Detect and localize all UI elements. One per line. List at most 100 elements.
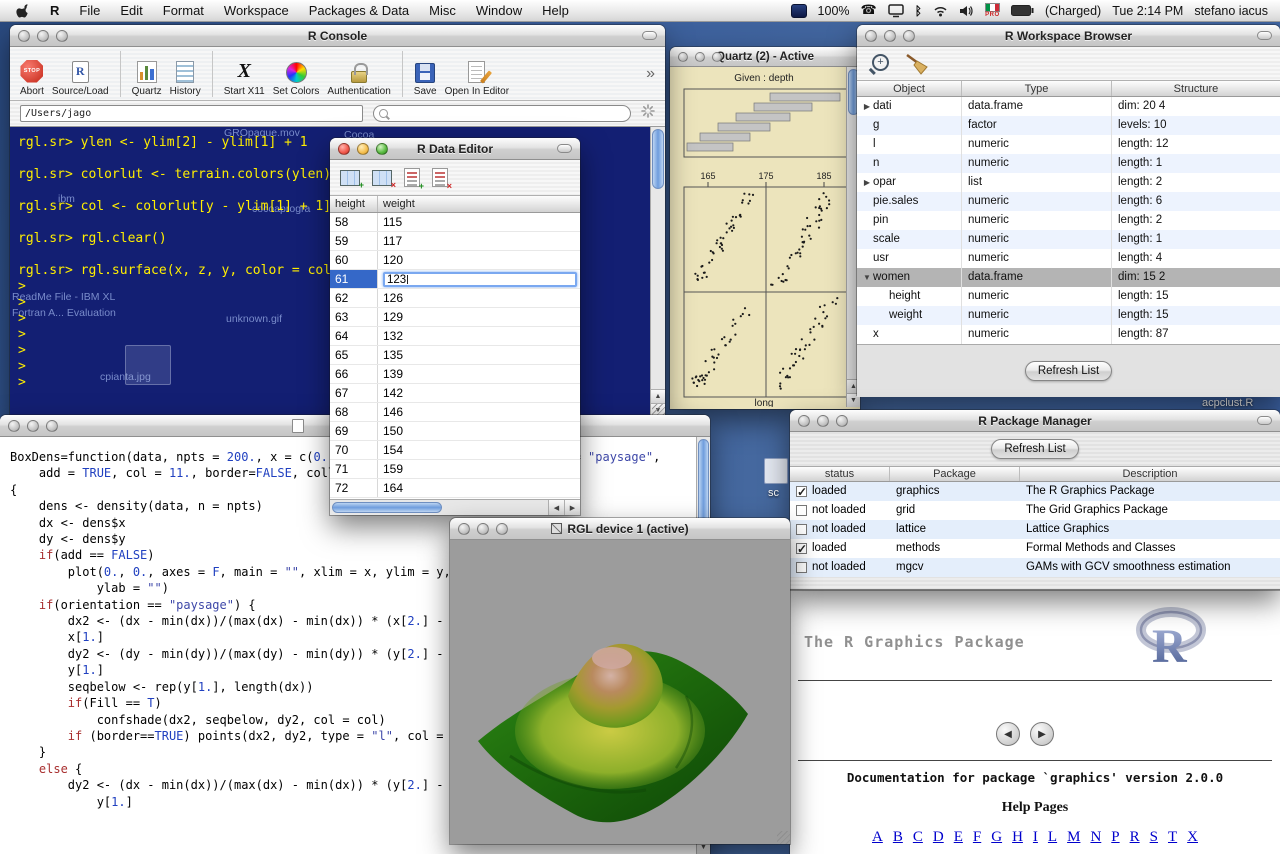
rgl-canvas[interactable] [450,540,790,844]
abort-button[interactable]: STOP Abort [20,51,44,97]
loaded-checkbox[interactable] [796,505,807,516]
package-row-mgcv[interactable]: not loadedmgcvGAMs with GCV smoothness e… [790,558,1280,577]
height-cell[interactable]: 70 [330,441,378,459]
disclosure-triangle[interactable]: ▼ [861,268,873,287]
editing-cell[interactable]: 123 [383,272,577,287]
weight-cell[interactable]: 115 [378,213,580,231]
search-field[interactable] [373,105,631,122]
add-column-icon[interactable]: + [340,170,360,186]
workspace-row-pin[interactable]: pinnumericlength: 2 [857,211,1280,230]
help-letter-C[interactable]: C [913,829,923,845]
display-icon[interactable] [888,4,904,18]
zoom-button[interactable] [496,523,508,535]
source-load-button[interactable]: R Source/Load [52,51,109,97]
help-letter-B[interactable]: B [893,829,903,845]
weight-cell[interactable]: 154 [378,441,580,459]
phone-icon[interactable]: ☎ [861,4,877,18]
workspace-titlebar[interactable]: R Workspace Browser [857,25,1280,47]
help-letter-E[interactable]: E [954,829,963,845]
resize-grip[interactable] [777,831,790,844]
start-x11-button[interactable]: X Start X11 [224,51,265,97]
close-button[interactable] [18,30,30,42]
help-letter-A[interactable]: A [872,829,883,845]
refresh-list-button[interactable]: Refresh List [1025,361,1112,381]
height-cell[interactable]: 62 [330,289,378,307]
workspace-row-l[interactable]: lnumericlength: 12 [857,135,1280,154]
menu-item-file[interactable]: File [79,3,100,18]
package-row-grid[interactable]: not loadedgridThe Grid Graphics Package [790,501,1280,520]
toolbar-toggle-pill[interactable] [642,31,657,40]
menu-item-misc[interactable]: Misc [429,3,456,18]
zoom-button[interactable] [903,30,915,42]
data-editor-row[interactable]: 69150 [330,422,580,441]
data-editor-row[interactable]: 68146 [330,403,580,422]
console-titlebar[interactable]: R Console [10,25,665,47]
weight-cell[interactable]: 129 [378,308,580,326]
help-letter-P[interactable]: P [1111,829,1119,845]
history-button[interactable]: History [170,51,201,97]
battery-icon[interactable] [1011,5,1034,16]
menu-item-workspace[interactable]: Workspace [224,3,289,18]
workspace-row-height[interactable]: heightnumericlength: 15 [857,287,1280,306]
height-cell[interactable]: 67 [330,384,378,402]
height-cell[interactable]: 69 [330,422,378,440]
weight-cell[interactable]: 132 [378,327,580,345]
remove-row-icon[interactable]: × [432,168,448,187]
console-scrollbar[interactable]: ▲▼ [650,127,665,417]
close-button[interactable] [865,30,877,42]
package-manager-titlebar[interactable]: R Package Manager [790,410,1280,432]
classic-env-icon[interactable] [791,4,807,18]
help-letter-I[interactable]: I [1033,829,1038,845]
workspace-row-scale[interactable]: scalenumericlength: 1 [857,230,1280,249]
toolbar-overflow-chevron[interactable]: » [646,65,657,83]
keyboard-flag-icon[interactable]: PRO [985,3,1000,18]
data-editor-row[interactable]: 71159 [330,460,580,479]
data-editor-row[interactable]: 70154 [330,441,580,460]
rgl-titlebar[interactable]: RGL device 1 (active) [450,518,790,540]
forward-button[interactable]: ▶ [1030,722,1054,746]
height-cell[interactable]: 61 [330,270,378,288]
workspace-row-weight[interactable]: weightnumericlength: 15 [857,306,1280,325]
workspace-row-n[interactable]: nnumericlength: 1 [857,154,1280,173]
authentication-button[interactable]: Authentication [327,51,390,97]
help-letter-X[interactable]: X [1187,829,1198,845]
menu-item-window[interactable]: Window [476,3,522,18]
height-cell[interactable]: 59 [330,232,378,250]
height-cell[interactable]: 68 [330,403,378,421]
bluetooth-icon[interactable]: ᛒ [915,4,922,18]
toolbar-toggle-pill[interactable] [1257,416,1272,425]
help-letter-N[interactable]: N [1090,829,1101,845]
help-letter-F[interactable]: F [973,829,981,845]
data-editor-row[interactable]: 62126 [330,289,580,308]
height-cell[interactable]: 71 [330,460,378,478]
help-window[interactable]: The R Graphics Package R ◀ ▶ Documentati… [790,566,1280,854]
apple-menu-icon[interactable] [16,3,30,19]
back-button[interactable]: ◀ [996,722,1020,746]
workspace-browser-window[interactable]: R Workspace Browser Object Type Structur… [857,25,1280,395]
workspace-table-header[interactable]: Object Type Structure [857,81,1280,97]
workspace-row-x[interactable]: xnumericlength: 87 [857,325,1280,344]
desktop-icon[interactable] [764,458,788,484]
weight-cell[interactable]: 142 [378,384,580,402]
data-editor-row[interactable]: 72164 [330,479,580,498]
search-input[interactable] [388,107,630,120]
weight-cell[interactable]: 123 [378,270,580,288]
menu-item-r[interactable]: R [50,3,59,18]
workspace-row-opar[interactable]: ▶oparlistlength: 2 [857,173,1280,192]
data-editor-row[interactable]: 60120 [330,251,580,270]
height-cell[interactable]: 72 [330,479,378,497]
volume-icon[interactable] [959,5,974,17]
scroll-up-arrow[interactable]: ▲ [651,389,665,403]
close-button[interactable] [798,415,810,427]
open-in-editor-button[interactable]: Open In Editor [445,51,509,97]
help-letter-D[interactable]: D [933,829,944,845]
help-letter-M[interactable]: M [1067,829,1080,845]
help-letter-S[interactable]: S [1150,829,1158,845]
help-letter-T[interactable]: T [1168,829,1177,845]
help-letter-L[interactable]: L [1048,829,1057,845]
refresh-list-button[interactable]: Refresh List [991,439,1078,459]
minimize-button[interactable] [357,143,369,155]
toolbar-toggle-pill[interactable] [1257,31,1272,40]
zoom-button[interactable] [46,420,58,432]
help-letter-R[interactable]: R [1130,829,1140,845]
